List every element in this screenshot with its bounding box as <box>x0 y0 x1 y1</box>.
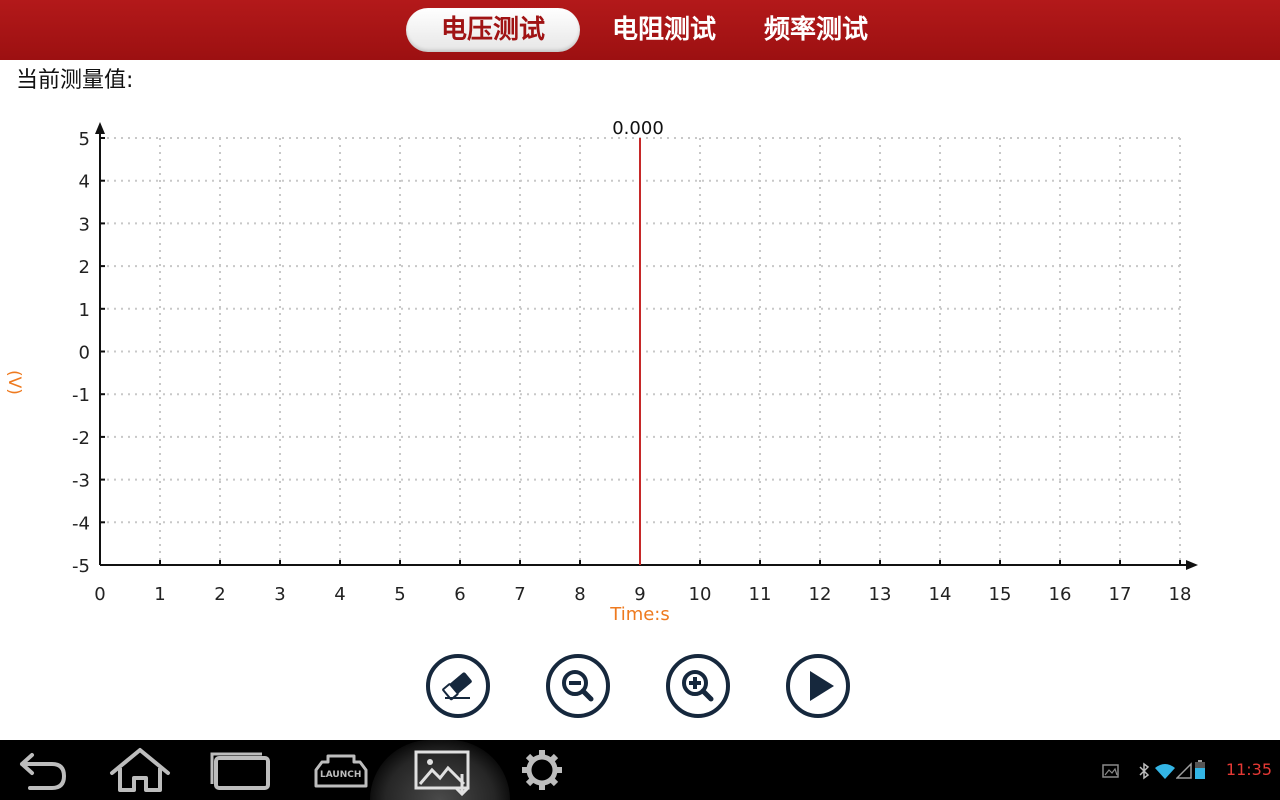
x-tick-label: 12 <box>809 584 832 605</box>
x-tick-label: 7 <box>514 584 525 605</box>
x-tick-label: 5 <box>394 584 405 605</box>
y-tick-label: 0 <box>79 343 90 364</box>
zoom-out-icon <box>562 670 594 702</box>
signal-icon <box>1176 762 1192 779</box>
y-tick-label: -4 <box>72 513 90 534</box>
bluetooth-icon <box>1139 762 1150 780</box>
launch-label: LAUNCH <box>320 770 362 780</box>
x-tick-label: 15 <box>989 584 1012 605</box>
y-tick-label: 2 <box>79 257 90 278</box>
x-tick-label: 13 <box>869 584 892 605</box>
y-tick-label: 3 <box>79 214 90 235</box>
y-tick-label: 5 <box>79 129 90 150</box>
clear-button[interactable] <box>426 654 490 718</box>
tab-resistance-test[interactable]: 电阻测试 <box>592 8 736 52</box>
x-tick-label: 1 <box>154 584 165 605</box>
x-tick-label: 10 <box>689 584 712 605</box>
x-tick-label: 8 <box>574 584 585 605</box>
x-tick-label: 0 <box>94 584 105 605</box>
top-tab-bar: 电压测试 电阻测试 频率测试 <box>0 0 1280 60</box>
x-tick-label: 11 <box>749 584 772 605</box>
y-tick-label: -1 <box>72 385 90 406</box>
recent-apps-icon[interactable] <box>204 740 276 800</box>
y-tick-label: 1 <box>79 300 90 321</box>
x-tick-label: 3 <box>274 584 285 605</box>
y-tick-label: -2 <box>72 428 90 449</box>
clock: 11:35 <box>1225 760 1272 779</box>
cursor-value-label: 0.000 <box>612 118 664 139</box>
x-axis-label: Time:s <box>609 604 670 625</box>
x-tick-label: 4 <box>334 584 345 605</box>
system-nav-bar: LAUNCH 11:35 <box>0 740 1280 800</box>
x-axis-arrow <box>1186 560 1198 570</box>
x-tick-label: 14 <box>929 584 952 605</box>
settings-gear-icon[interactable] <box>514 740 570 800</box>
y-tick-label: 4 <box>79 172 90 193</box>
x-tick-label: 9 <box>634 584 645 605</box>
image-notification-icon <box>1102 764 1119 778</box>
x-tick-label: 18 <box>1169 584 1192 605</box>
launch-app-button[interactable]: LAUNCH <box>306 740 376 800</box>
back-icon[interactable] <box>8 740 72 800</box>
battery-icon <box>1195 760 1205 779</box>
zoom-in-icon <box>682 670 714 702</box>
y-tick-label: -5 <box>72 556 90 577</box>
current-value-label: 当前测量值: <box>16 68 134 93</box>
screenshot-icon[interactable] <box>406 740 478 800</box>
home-icon[interactable] <box>104 740 176 800</box>
tab-voltage-test[interactable]: 电压测试 <box>406 8 580 52</box>
zoom-out-button[interactable] <box>546 654 610 718</box>
y-tick-label: -3 <box>72 471 90 492</box>
zoom-in-button[interactable] <box>666 654 730 718</box>
x-tick-label: 6 <box>454 584 465 605</box>
x-tick-label: 2 <box>214 584 225 605</box>
x-tick-label: 16 <box>1049 584 1072 605</box>
x-tick-label: 17 <box>1109 584 1132 605</box>
eraser-icon <box>442 672 472 701</box>
y-axis-arrow <box>95 122 105 134</box>
tab-frequency-test[interactable]: 频率测试 <box>744 8 888 52</box>
play-icon <box>810 671 834 701</box>
wifi-icon <box>1155 764 1175 779</box>
play-button[interactable] <box>786 654 850 718</box>
voltage-chart: 0 1 2 3 4 5 6 7 8 9 10 11 12 13 14 15 16 17 18543210-1-2-3… <box>72 118 1198 625</box>
